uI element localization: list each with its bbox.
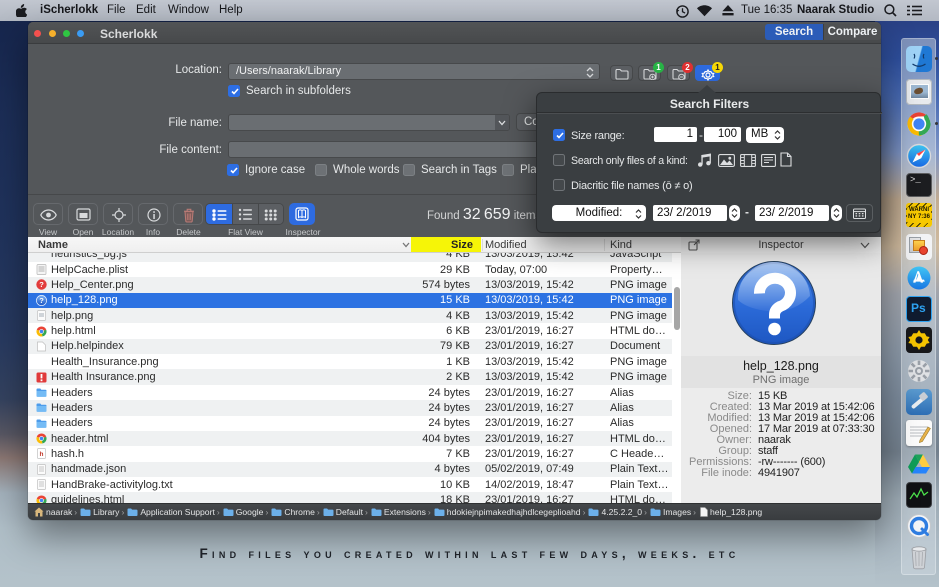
svg-text:?: ? <box>39 281 44 290</box>
svg-text:?: ? <box>39 296 44 305</box>
svg-text:h: h <box>40 451 44 458</box>
